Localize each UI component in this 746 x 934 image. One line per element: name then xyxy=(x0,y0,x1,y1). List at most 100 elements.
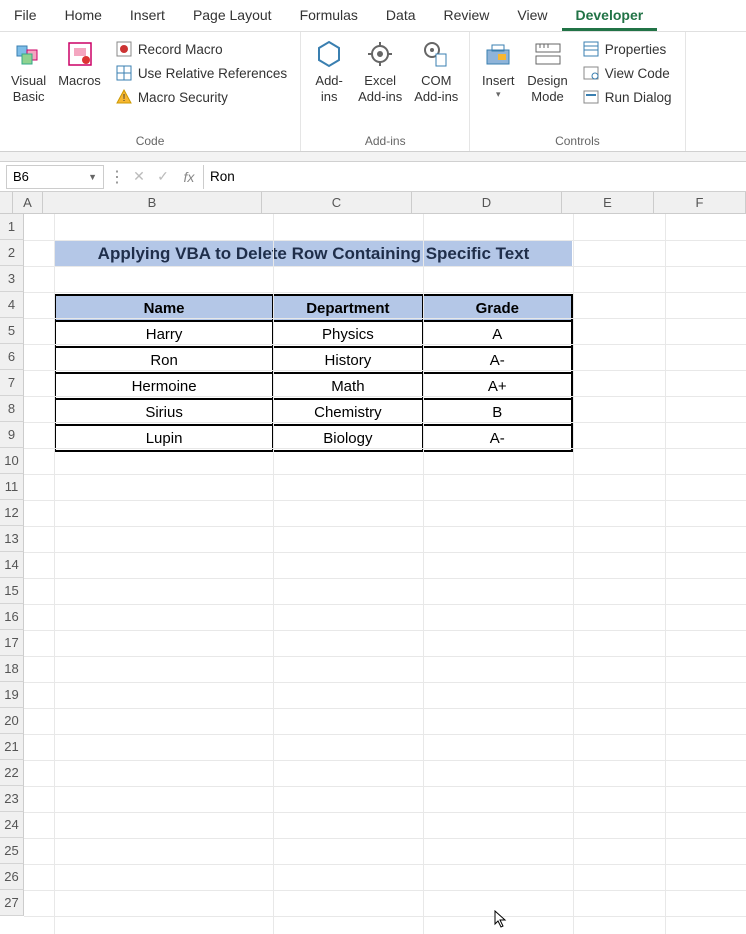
excel-addins-button[interactable]: Excel Add-ins xyxy=(352,35,408,131)
chevron-down-icon: ▾ xyxy=(496,89,501,100)
group-code: Visual Basic Macros Record Macro Use Rel… xyxy=(0,32,301,151)
col-header[interactable]: E xyxy=(562,192,654,214)
tab-developer[interactable]: Developer xyxy=(562,0,658,31)
hexagon-icon xyxy=(313,38,345,70)
ruler-icon xyxy=(532,38,564,70)
macro-security-label: Macro Security xyxy=(138,90,228,105)
row-header[interactable]: 9 xyxy=(0,422,24,448)
row-header[interactable]: 10 xyxy=(0,448,24,474)
col-header[interactable]: A xyxy=(13,192,43,214)
grid-icon xyxy=(115,64,133,82)
visual-basic-label: Visual Basic xyxy=(11,73,46,104)
col-header[interactable]: C xyxy=(262,192,412,214)
design-mode-label: Design Mode xyxy=(527,73,567,104)
record-macro-button[interactable]: Record Macro xyxy=(111,37,291,61)
run-dialog-label: Run Dialog xyxy=(605,90,672,105)
group-controls: Insert ▾ Design Mode Properties View Cod… xyxy=(470,32,685,151)
row-header[interactable]: 15 xyxy=(0,578,24,604)
tab-page-layout[interactable]: Page Layout xyxy=(179,0,286,31)
row-header[interactable]: 3 xyxy=(0,266,24,292)
insert-control-label: Insert xyxy=(482,73,515,89)
excel-addins-label: Excel Add-ins xyxy=(358,73,402,104)
ribbon-content: Visual Basic Macros Record Macro Use Rel… xyxy=(0,32,746,152)
col-header[interactable]: D xyxy=(412,192,562,214)
cursor-icon xyxy=(494,910,508,933)
chevron-down-icon[interactable]: ▼ xyxy=(88,172,97,182)
properties-button[interactable]: Properties xyxy=(578,37,676,61)
tab-home[interactable]: Home xyxy=(51,0,116,31)
record-macro-icon xyxy=(115,40,133,58)
row-header[interactable]: 16 xyxy=(0,604,24,630)
row-header[interactable]: 23 xyxy=(0,786,24,812)
code-icon xyxy=(582,64,600,82)
row-header[interactable]: 11 xyxy=(0,474,24,500)
row-header[interactable]: 4 xyxy=(0,292,24,318)
macros-icon xyxy=(64,38,96,70)
svg-text:!: ! xyxy=(122,93,125,104)
ribbon-spacer xyxy=(0,152,746,162)
name-box[interactable]: B6 ▼ xyxy=(6,165,104,189)
run-dialog-button[interactable]: Run Dialog xyxy=(578,85,676,109)
visual-basic-icon xyxy=(13,38,45,70)
toolbox-icon xyxy=(482,38,514,70)
column-headers: A B C D E F xyxy=(13,192,746,214)
row-header[interactable]: 6 xyxy=(0,344,24,370)
dialog-icon xyxy=(582,88,600,106)
row-header[interactable]: 27 xyxy=(0,890,24,916)
macros-button[interactable]: Macros xyxy=(52,35,107,131)
tab-review[interactable]: Review xyxy=(430,0,504,31)
properties-icon xyxy=(582,40,600,58)
formula-input[interactable] xyxy=(203,165,746,189)
view-code-label: View Code xyxy=(605,66,670,81)
tab-file[interactable]: File xyxy=(0,0,51,31)
enter-icon: ✓ xyxy=(151,168,175,185)
macro-security-button[interactable]: ! Macro Security xyxy=(111,85,291,109)
com-addins-label: COM Add-ins xyxy=(414,73,458,104)
group-controls-label: Controls xyxy=(475,131,679,151)
tab-formulas[interactable]: Formulas xyxy=(286,0,372,31)
row-header[interactable]: 22 xyxy=(0,760,24,786)
tab-data[interactable]: Data xyxy=(372,0,430,31)
relative-refs-button[interactable]: Use Relative References xyxy=(111,61,291,85)
insert-control-button[interactable]: Insert ▾ xyxy=(475,35,521,131)
addins-button[interactable]: Add- ins xyxy=(306,35,352,131)
col-header[interactable]: B xyxy=(43,192,262,214)
group-code-label: Code xyxy=(5,131,295,151)
row-header[interactable]: 26 xyxy=(0,864,24,890)
select-all-corner[interactable] xyxy=(0,192,13,214)
row-header[interactable]: 17 xyxy=(0,630,24,656)
separator: ⋮ xyxy=(107,167,127,187)
row-header[interactable]: 19 xyxy=(0,682,24,708)
tab-view[interactable]: View xyxy=(503,0,561,31)
relative-refs-label: Use Relative References xyxy=(138,66,287,81)
row-header[interactable]: 2 xyxy=(0,240,24,266)
cancel-icon: ✕ xyxy=(127,168,151,185)
row-header[interactable]: 20 xyxy=(0,708,24,734)
row-headers: 1234567891011121314151617181920212223242… xyxy=(0,214,24,934)
group-addins: Add- ins Excel Add-ins COM Add-ins Add-i… xyxy=(301,32,470,151)
addins-label: Add- ins xyxy=(315,73,342,104)
spreadsheet-grid: A B C D E F 1234567891011121314151617181… xyxy=(0,192,746,934)
gear-doc-icon xyxy=(420,38,452,70)
com-addins-button[interactable]: COM Add-ins xyxy=(408,35,464,131)
ribbon-tabs: File Home Insert Page Layout Formulas Da… xyxy=(0,0,746,32)
fx-icon[interactable]: fx xyxy=(175,169,203,185)
row-header[interactable]: 1 xyxy=(0,214,24,240)
design-mode-button[interactable]: Design Mode xyxy=(521,35,573,131)
sheet-title: Applying VBA to Delete Row Containing Sp… xyxy=(54,240,573,268)
cells-area[interactable]: Applying VBA to Delete Row Containing Sp… xyxy=(24,214,746,934)
col-header[interactable]: F xyxy=(654,192,746,214)
row-header[interactable]: 8 xyxy=(0,396,24,422)
row-header[interactable]: 13 xyxy=(0,526,24,552)
row-header[interactable]: 14 xyxy=(0,552,24,578)
row-header[interactable]: 21 xyxy=(0,734,24,760)
row-header[interactable]: 12 xyxy=(0,500,24,526)
visual-basic-button[interactable]: Visual Basic xyxy=(5,35,52,131)
view-code-button[interactable]: View Code xyxy=(578,61,676,85)
tab-insert[interactable]: Insert xyxy=(116,0,179,31)
row-header[interactable]: 18 xyxy=(0,656,24,682)
row-header[interactable]: 7 xyxy=(0,370,24,396)
row-header[interactable]: 24 xyxy=(0,812,24,838)
row-header[interactable]: 25 xyxy=(0,838,24,864)
row-header[interactable]: 5 xyxy=(0,318,24,344)
